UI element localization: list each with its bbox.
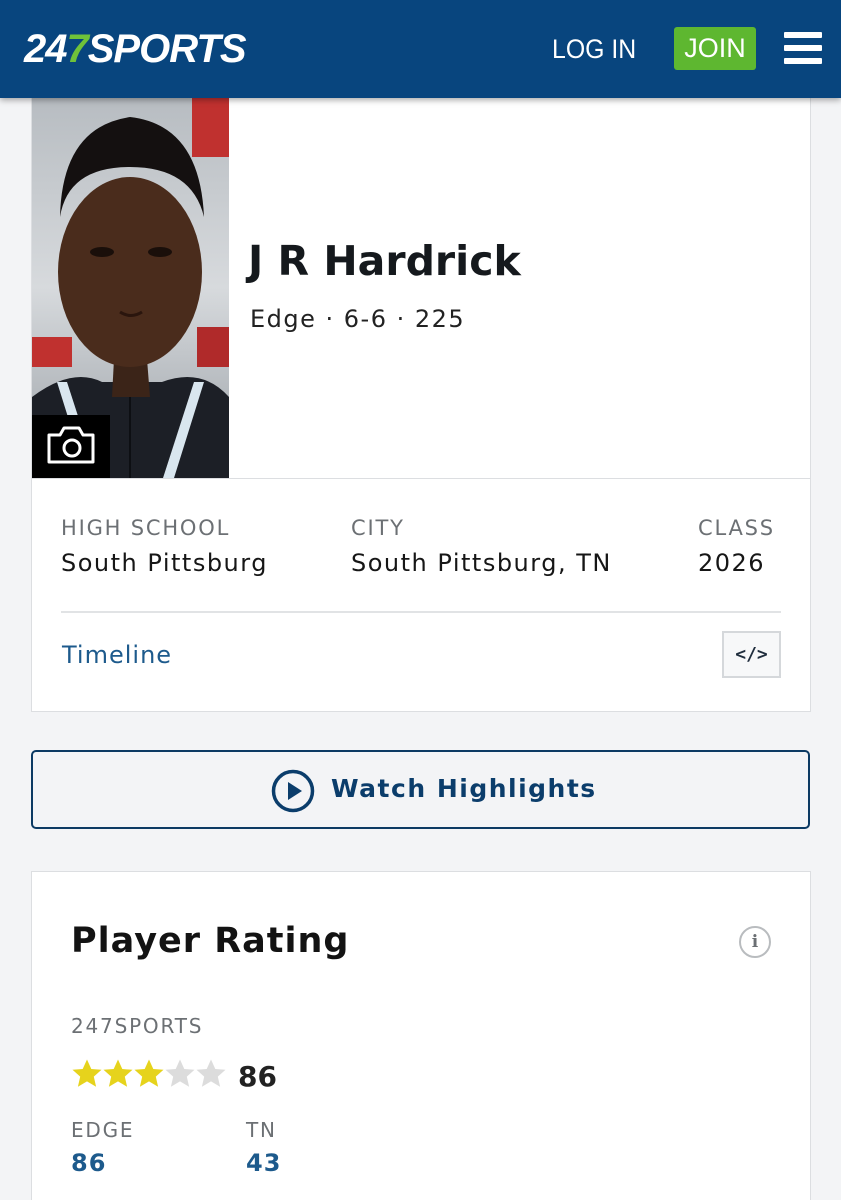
section-divider: [32, 478, 810, 479]
watch-highlights-button[interactable]: Watch Highlights: [31, 750, 810, 829]
position-rank-label: EDGE: [71, 1118, 135, 1142]
site-logo[interactable]: 247SPORTS: [24, 26, 246, 72]
site-header: 247SPORTS LOG IN JOIN: [0, 0, 841, 98]
rating-source-label: 247SPORTS: [71, 1014, 204, 1038]
logo-text: SPORTS: [87, 27, 247, 71]
player-rating-card: Player Rating i 247SPORTS 86 EDGE 86 TN …: [31, 871, 811, 1200]
login-link[interactable]: LOG IN: [552, 32, 636, 66]
play-circle-icon: [271, 769, 315, 813]
star-filled-icon: [72, 1059, 102, 1087]
star-empty-icon: [165, 1059, 195, 1087]
class-value: 2026: [698, 549, 766, 577]
player-position-height-weight: Edge · 6-6 · 225: [250, 305, 466, 333]
camera-button[interactable]: [32, 415, 110, 478]
player-rating-title: Player Rating: [71, 921, 350, 961]
logo-number: 247: [24, 27, 89, 71]
high-school-value: South Pittsburg: [61, 549, 268, 577]
high-school-label: HIGH SCHOOL: [61, 516, 231, 540]
position-rank-value[interactable]: 86: [71, 1148, 106, 1178]
star-filled-icon: [103, 1059, 133, 1087]
embed-code-icon: </>: [735, 644, 768, 665]
rating-score: 86: [238, 1060, 277, 1093]
embed-code-button[interactable]: </>: [722, 631, 781, 678]
city-label: CITY: [351, 516, 405, 540]
state-rank-label: TN: [246, 1118, 277, 1142]
watch-highlights-label: Watch Highlights: [331, 774, 597, 803]
star-filled-icon: [134, 1059, 164, 1087]
hamburger-menu-icon[interactable]: [784, 32, 822, 64]
info-divider: [61, 611, 781, 613]
player-profile-card: J R Hardrick Edge · 6-6 · 225 HIGH SCHOO…: [31, 96, 811, 712]
class-label: CLASS: [698, 516, 775, 540]
player-name: J R Hardrick: [248, 237, 521, 285]
star-empty-icon: [196, 1059, 226, 1087]
join-button[interactable]: JOIN: [674, 27, 756, 70]
player-photo[interactable]: [32, 97, 229, 478]
city-value: South Pittsburg, TN: [351, 549, 612, 577]
timeline-link[interactable]: Timeline: [62, 640, 172, 670]
state-rank-value[interactable]: 43: [246, 1148, 281, 1178]
camera-icon: [47, 426, 95, 464]
info-icon[interactable]: i: [739, 926, 771, 958]
